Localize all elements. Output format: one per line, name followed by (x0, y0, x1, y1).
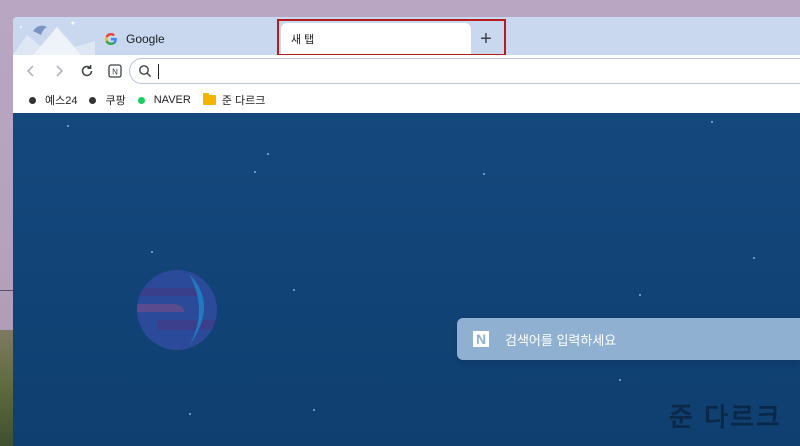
bookmark-dot-icon (29, 96, 36, 104)
star-decoration (639, 294, 641, 296)
naver-search-box[interactable]: N 검색어를 입력하세요 (457, 318, 800, 360)
forward-button[interactable] (45, 57, 73, 85)
star-decoration (293, 289, 295, 291)
bookmark-dot-icon (89, 96, 97, 104)
bookmark-label: 준 다르크 (221, 95, 266, 107)
address-bar[interactable] (129, 58, 800, 84)
star-decoration (67, 125, 69, 127)
bookmark-yes24[interactable]: 예스24 (29, 92, 77, 108)
tab-new-tab[interactable]: 새 탭 (281, 23, 471, 55)
bookmark-coupang[interactable]: 쿠팡 (89, 92, 126, 108)
reload-icon (81, 65, 93, 77)
star-decoration (254, 171, 256, 173)
tab-strip: Google 새 탭 + (13, 17, 800, 56)
star-decoration (151, 251, 153, 253)
planet-logo-icon (137, 270, 217, 350)
bookmarks-bar: 예스24 쿠팡 NAVER 준 다르크 (13, 87, 800, 113)
svg-text:N: N (112, 67, 118, 76)
tab-label: 새 탭 (291, 34, 315, 46)
bookmark-label: 쿠팡 (105, 95, 126, 107)
star-decoration (483, 173, 485, 175)
reload-button[interactable] (73, 57, 101, 85)
search-placeholder: 검색어를 입력하세요 (505, 332, 617, 348)
star-decoration (753, 257, 755, 259)
folder-icon (202, 93, 216, 105)
new-tab-page: N 검색어를 입력하세요 준 다르크 (13, 113, 800, 446)
back-arrow-icon (26, 65, 34, 77)
desktop-wallpaper-edge (0, 330, 14, 446)
theme-decoration-icon (13, 21, 95, 55)
text-cursor (158, 63, 159, 79)
naver-home-button[interactable]: N (101, 57, 129, 85)
bookmark-folder-jun-darc[interactable]: 준 다르크 (202, 92, 266, 108)
tab-google[interactable]: Google (98, 23, 273, 55)
star-decoration (711, 121, 713, 123)
star-decoration (267, 153, 269, 155)
search-icon (139, 65, 152, 78)
bookmark-naver[interactable]: NAVER (137, 94, 191, 106)
back-button[interactable] (17, 57, 45, 85)
toolbar: N (13, 55, 800, 87)
naver-logo-icon: N (473, 331, 489, 347)
browser-window: Google 새 탭 + N 예스24 쿠팡 NAVER 준 다르크 N 검색어… (13, 17, 800, 446)
naver-n-icon: N (108, 64, 122, 78)
bookmark-label: 예스24 (45, 95, 78, 107)
bookmark-label: NAVER (153, 94, 191, 106)
star-decoration (189, 413, 191, 415)
bookmark-dot-icon (137, 96, 145, 104)
plus-icon: + (480, 27, 492, 50)
forward-arrow-icon (56, 65, 64, 77)
google-g-icon (104, 32, 118, 46)
tab-label: Google (126, 32, 165, 46)
desktop-divider (0, 290, 14, 291)
watermark: 준 다르크 (669, 402, 782, 432)
star-decoration (313, 409, 315, 411)
star-decoration (619, 379, 621, 381)
new-tab-button[interactable]: + (472, 26, 500, 52)
